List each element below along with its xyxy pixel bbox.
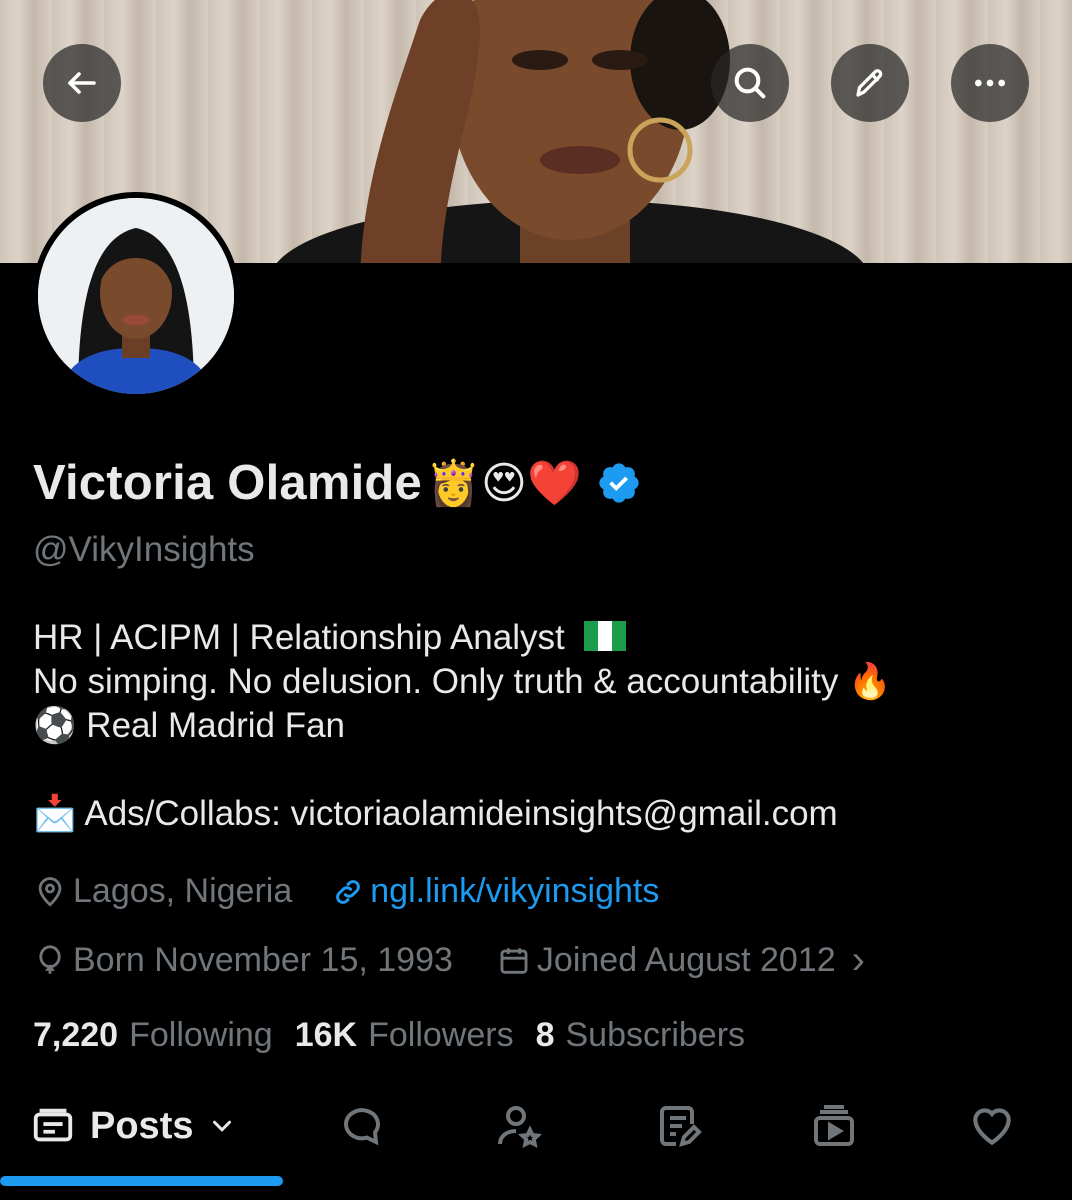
name-emojis: 👸😍❤️ bbox=[426, 458, 583, 509]
meta-row-2: Born November 15, 1993 Joined August 201… bbox=[33, 938, 865, 983]
banner-photo bbox=[276, 0, 864, 263]
tab-likes[interactable] bbox=[966, 1100, 1018, 1152]
following-count: 7,220 bbox=[33, 1016, 119, 1054]
handle: @VikyInsights bbox=[33, 530, 255, 569]
bio-line-2: No simping. No delusion. Only truth & ac… bbox=[33, 662, 892, 701]
location-pin-icon bbox=[38, 876, 62, 907]
articles-icon bbox=[660, 1106, 702, 1147]
birthday: Born November 15, 1993 bbox=[33, 941, 453, 980]
search-icon bbox=[734, 67, 766, 99]
posts-icon bbox=[33, 1108, 73, 1142]
edit-button[interactable] bbox=[831, 44, 909, 122]
search-button[interactable] bbox=[711, 44, 789, 122]
location: Lagos, Nigeria bbox=[33, 872, 292, 911]
bio: HR | ACIPM | Relationship Analyst No sim… bbox=[33, 616, 1043, 836]
link-icon bbox=[336, 879, 361, 904]
tab-posts[interactable]: Posts bbox=[30, 1100, 237, 1152]
display-name: Victoria Olamide bbox=[33, 456, 423, 510]
followers-count: 16K bbox=[294, 1016, 358, 1054]
verified-badge-icon[interactable] bbox=[596, 460, 642, 506]
joined[interactable]: Joined August 2012 › bbox=[497, 938, 865, 983]
subscribers-label: Subscribers bbox=[565, 1016, 746, 1054]
pencil-icon bbox=[856, 69, 883, 97]
meta-row-1: Lagos, Nigeria ngl.link/vikyinsights bbox=[33, 872, 659, 911]
tab-posts-label: Posts bbox=[90, 1104, 194, 1147]
nigeria-flag-icon bbox=[584, 620, 627, 651]
tab-articles[interactable] bbox=[652, 1100, 704, 1152]
subscribers-stat[interactable]: 8 Subscribers bbox=[536, 1016, 767, 1055]
display-name-row: Victoria Olamide 👸😍❤️ bbox=[33, 455, 642, 511]
tab-replies[interactable] bbox=[336, 1100, 388, 1152]
bio-line-1: HR | ACIPM | Relationship Analyst bbox=[33, 616, 1043, 660]
calendar-icon bbox=[500, 947, 528, 974]
subscribers-count: 8 bbox=[535, 1016, 555, 1054]
back-button[interactable] bbox=[43, 44, 121, 122]
replies-icon bbox=[343, 1108, 380, 1146]
bio-line-4[interactable]: 📩 Ads/Collabs: victoriaolamideinsights@g… bbox=[33, 792, 1043, 836]
more-horizontal-icon bbox=[975, 79, 1005, 87]
bio-blank-line bbox=[33, 748, 1043, 792]
followers-stat[interactable]: 16K Followers bbox=[295, 1016, 536, 1055]
balloon-icon bbox=[39, 944, 61, 974]
following-stat[interactable]: 7,220 Following bbox=[33, 1016, 295, 1055]
birthday-text: Born November 15, 1993 bbox=[73, 941, 453, 979]
avatar[interactable] bbox=[32, 192, 240, 400]
location-text: Lagos, Nigeria bbox=[73, 872, 293, 910]
website-text[interactable]: ngl.link/vikyinsights bbox=[370, 872, 659, 911]
followers-label: Followers bbox=[368, 1016, 514, 1054]
bio-line-1-text: HR | ACIPM | Relationship Analyst bbox=[33, 618, 565, 657]
tab-subs[interactable] bbox=[492, 1100, 544, 1152]
likes-icon bbox=[973, 1108, 1011, 1146]
subs-icon bbox=[498, 1106, 542, 1149]
joined-text: Joined August 2012 bbox=[536, 941, 836, 979]
media-icon bbox=[814, 1105, 854, 1146]
chevron-right-icon: › bbox=[851, 938, 865, 982]
arrow-left-icon bbox=[68, 72, 96, 94]
more-button[interactable] bbox=[951, 44, 1029, 122]
follow-stats: 7,220 Following 16K Followers 8 Subscribers bbox=[33, 1016, 767, 1055]
active-tab-indicator bbox=[0, 1176, 283, 1186]
avatar-photo bbox=[38, 198, 234, 394]
bio-line-3: ⚽ Real Madrid Fan bbox=[33, 706, 346, 745]
website-link[interactable]: ngl.link/vikyinsights bbox=[332, 872, 659, 911]
chevron-down-icon[interactable] bbox=[207, 1111, 237, 1141]
following-label: Following bbox=[129, 1016, 273, 1054]
tab-media[interactable] bbox=[808, 1100, 860, 1152]
